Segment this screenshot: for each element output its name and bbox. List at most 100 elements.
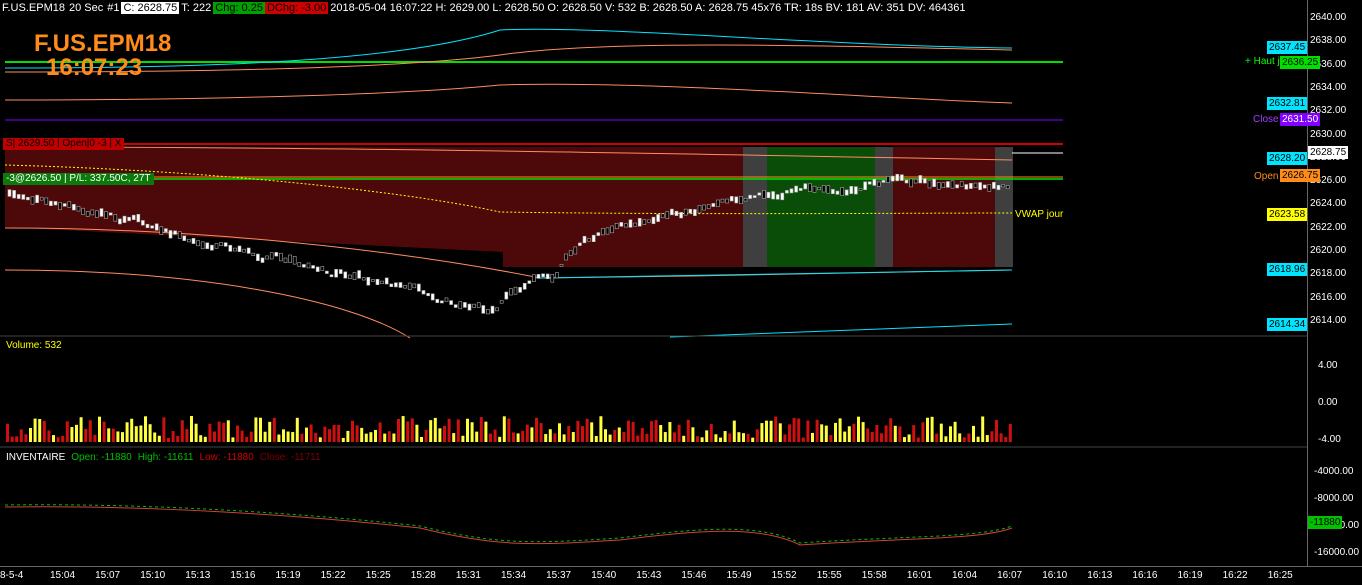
band-shade — [155, 147, 161, 235]
candle — [233, 248, 236, 251]
candle — [316, 267, 319, 272]
candle — [569, 251, 572, 256]
volume-bar — [107, 428, 110, 442]
volume-bar — [549, 429, 552, 442]
candle — [864, 182, 867, 190]
volume-bar — [848, 426, 851, 442]
band-shade — [845, 147, 851, 267]
band-shade — [251, 147, 257, 240]
candle — [358, 271, 361, 279]
volume-bar — [622, 432, 625, 442]
volume-bar — [816, 420, 819, 442]
time-axis-label: 15:49 — [727, 570, 752, 581]
volume-bar — [558, 423, 561, 442]
candle — [919, 175, 922, 183]
band-shade — [773, 147, 779, 267]
band-shade — [17, 147, 23, 228]
volume-bar — [512, 432, 515, 442]
volume-bar — [756, 429, 759, 442]
candle — [744, 198, 747, 201]
volume-bar — [434, 418, 437, 442]
candle — [390, 284, 393, 287]
band-shade — [53, 147, 59, 230]
band-shade — [557, 147, 563, 267]
candle — [197, 241, 200, 246]
volume-bar — [38, 419, 41, 442]
band-shade — [179, 147, 185, 236]
candle — [192, 238, 195, 243]
band-shade — [161, 147, 167, 235]
band3-tag: 2628.20 — [1267, 152, 1307, 165]
time-axis-label: 15:40 — [591, 570, 616, 581]
candle — [914, 179, 917, 183]
stop-order-bar[interactable]: S| 2629.50 | Open|0 -3 | X — [3, 138, 124, 150]
band-shade — [527, 147, 533, 267]
close-price-box: C: 2628.75 — [121, 2, 179, 14]
band-shade — [689, 147, 695, 267]
candle — [859, 188, 862, 190]
band-shade — [857, 147, 863, 267]
candle — [95, 211, 98, 218]
volume-bar — [84, 429, 87, 442]
time-axis-label: 16:16 — [1132, 570, 1157, 581]
band-shade — [389, 147, 395, 246]
candle — [256, 254, 259, 261]
volume-bar — [245, 437, 248, 442]
candle — [776, 195, 779, 200]
volume-bar — [655, 420, 658, 442]
candle — [344, 272, 347, 278]
volume-bar — [20, 429, 23, 442]
volume-bar — [167, 438, 170, 442]
candle — [615, 223, 618, 228]
candle — [988, 184, 991, 191]
candle — [818, 187, 821, 189]
volume-bar — [641, 428, 644, 442]
candle — [247, 248, 250, 253]
position-bar[interactable]: -3@2626.50 | P/L: 337.50C, 27T — [3, 173, 154, 185]
price-chart-canvas[interactable] — [0, 0, 1307, 566]
volume-bar — [701, 437, 704, 442]
candle — [243, 249, 246, 252]
volume-bar — [130, 419, 133, 442]
candle — [799, 188, 802, 190]
candle — [36, 195, 39, 203]
volume-bar — [471, 422, 474, 442]
band-shade — [935, 147, 941, 267]
candle — [330, 275, 333, 277]
candle — [726, 199, 729, 203]
volume-bar — [990, 431, 993, 442]
volume-bar — [843, 432, 846, 442]
volume-bar — [126, 422, 129, 442]
inventory-close: Close: -11711 — [260, 452, 321, 463]
lower-band-tag: 2614.34 — [1267, 318, 1307, 331]
volume-bar — [420, 437, 423, 442]
volume-bar — [15, 436, 18, 442]
band-shade — [803, 147, 809, 267]
band-shade — [647, 147, 653, 267]
candle — [114, 214, 117, 221]
candle — [174, 231, 177, 234]
volume-bar — [590, 422, 593, 442]
band-shade — [1001, 147, 1007, 267]
volume-bar — [480, 417, 483, 442]
band-shade — [737, 147, 743, 267]
symbol-label: F.US.EPM18 — [0, 2, 67, 14]
chart-number: #1 — [105, 2, 121, 14]
candle — [229, 245, 232, 251]
candle — [482, 306, 485, 314]
time-axis-label: 15:04 — [50, 570, 75, 581]
band-shade — [281, 147, 287, 241]
volume-bar — [144, 416, 147, 442]
band-shade — [809, 147, 815, 267]
volume-bar — [949, 426, 952, 442]
volume-bar — [618, 427, 621, 442]
volume-bar — [139, 426, 142, 443]
candle — [519, 287, 522, 292]
band-shade — [323, 147, 329, 243]
volume-bar — [121, 432, 124, 442]
band-shade — [641, 147, 647, 267]
time-axis-label: 15:25 — [366, 570, 391, 581]
candle — [325, 271, 328, 273]
band-shade — [749, 147, 755, 267]
volume-bar — [162, 417, 165, 442]
